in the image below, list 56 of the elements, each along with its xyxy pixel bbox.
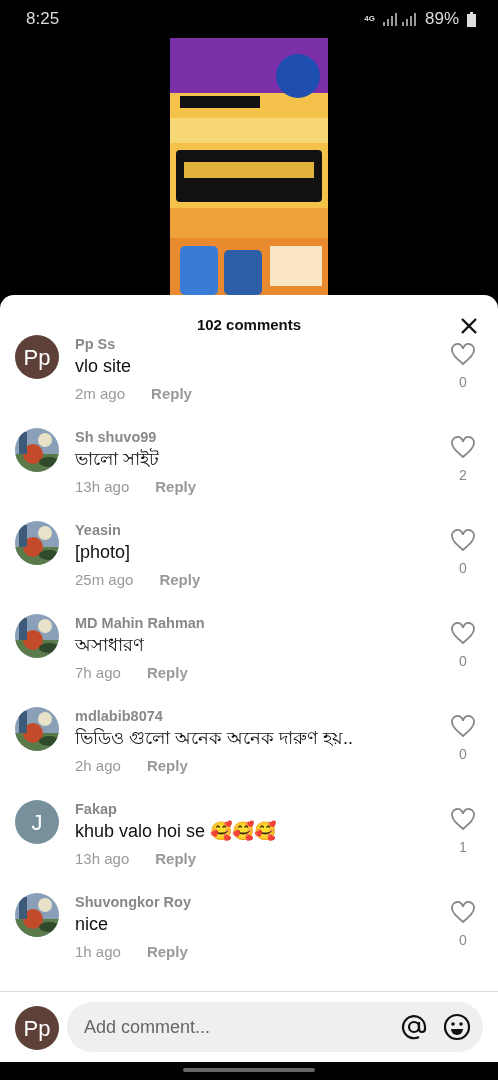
like-count: 0: [459, 559, 467, 578]
avatar[interactable]: Pp: [15, 1006, 59, 1050]
username[interactable]: Fakap: [75, 800, 432, 818]
username[interactable]: Shuvongkor Roy: [75, 893, 432, 911]
status-time: 8:25: [26, 8, 60, 31]
comment-text: vlo site: [75, 355, 133, 378]
comment-time: 13h ago: [75, 477, 130, 497]
like-count: 0: [459, 652, 467, 671]
like-count: 2: [459, 466, 467, 485]
comment-time: 1h ago: [75, 942, 121, 962]
comment-text: khub valo hoi se 🥰🥰🥰: [75, 819, 278, 843]
like-count: 0: [459, 931, 467, 950]
username[interactable]: Pp Ss: [75, 335, 432, 353]
username[interactable]: MD Mahin Rahman: [75, 614, 432, 632]
heart-icon[interactable]: [450, 900, 476, 924]
mention-icon[interactable]: [401, 1014, 427, 1040]
reply-button[interactable]: Reply: [146, 756, 188, 776]
comment-time: 25m ago: [75, 570, 134, 590]
reply-button[interactable]: Reply: [151, 384, 192, 404]
close-icon: [460, 316, 478, 335]
heart-icon[interactable]: [450, 342, 476, 366]
heart-icon[interactable]: [450, 621, 476, 645]
comment-time: 2m ago: [75, 384, 126, 404]
reply-button[interactable]: Reply: [146, 942, 188, 962]
signal-icon: [382, 12, 417, 26]
avatar[interactable]: Pp: [15, 335, 59, 379]
comment-text: nice: [75, 913, 110, 936]
comment-time: 13h ago: [75, 849, 130, 869]
emoji-icon[interactable]: [443, 1013, 471, 1041]
battery-level: 89%: [424, 8, 459, 31]
comment-field[interactable]: Add comment...: [67, 1002, 483, 1052]
reply-button[interactable]: Reply: [155, 849, 197, 869]
comment-text: ভালো সাইট: [75, 447, 160, 471]
reply-button[interactable]: Reply: [159, 570, 201, 590]
like-count: 0: [459, 745, 467, 764]
network-label: 4G: [364, 15, 375, 23]
reply-button[interactable]: Reply: [146, 663, 188, 683]
reply-button[interactable]: Reply: [155, 477, 197, 497]
username[interactable]: mdlabib8074: [75, 707, 432, 725]
comment-input[interactable]: Add comment...: [82, 1012, 385, 1042]
comment-time: 2h ago: [75, 756, 121, 776]
username[interactable]: Sh shuvo99: [75, 428, 432, 446]
heart-icon[interactable]: [450, 528, 476, 552]
username[interactable]: Yeasin: [75, 521, 432, 539]
comment-time: 7h ago: [75, 663, 121, 683]
like-count: 1: [459, 838, 467, 857]
like-count: 0: [459, 373, 467, 392]
comment-text: অসাধারণ: [75, 634, 145, 657]
heart-icon[interactable]: [450, 435, 476, 459]
comments-count-title: 102 comments: [196, 315, 302, 335]
avatar[interactable]: J: [15, 800, 59, 844]
comment-text: [photo]: [75, 541, 132, 564]
comment-text: ভিডিও গুলো অনেক অনেক দারুণ হয়..: [75, 727, 354, 750]
heart-icon[interactable]: [450, 807, 476, 831]
heart-icon[interactable]: [450, 714, 476, 738]
battery-icon: [467, 11, 476, 27]
